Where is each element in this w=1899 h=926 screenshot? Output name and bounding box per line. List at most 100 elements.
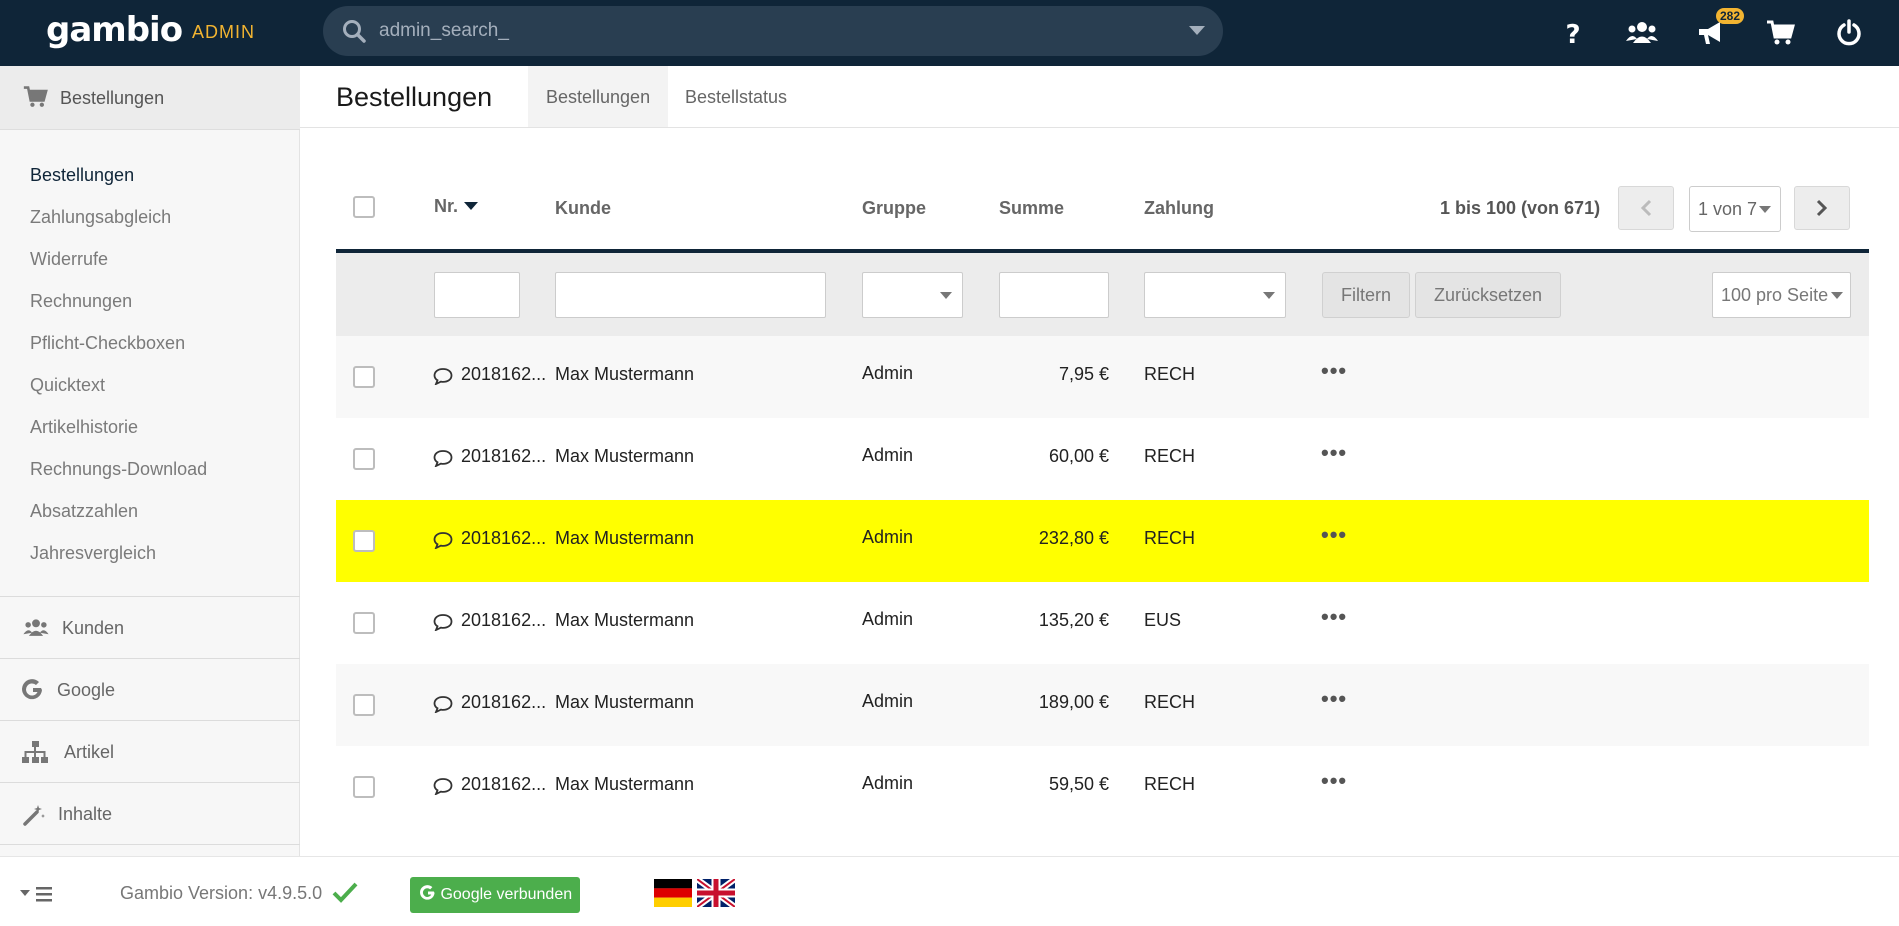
prev-page-button[interactable] — [1618, 186, 1674, 230]
row-actions-menu[interactable]: ••• — [1321, 768, 1347, 794]
payment-method: RECH — [1144, 774, 1196, 794]
sidebar-section-orders[interactable]: Bestellungen — [0, 66, 300, 130]
comment-icon[interactable] — [433, 367, 453, 385]
order-total: 135,20 € — [1038, 610, 1109, 630]
sidebar-item-zahlungsabgleich[interactable]: Zahlungsabgleich — [0, 196, 300, 238]
order-number[interactable]: 2018162... — [461, 528, 546, 549]
filter-nr-input[interactable] — [434, 272, 520, 318]
column-header-zahlung[interactable]: Zahlung — [1144, 198, 1214, 219]
row-checkbox[interactable] — [353, 612, 375, 634]
column-header-gruppe[interactable]: Gruppe — [862, 198, 926, 219]
column-header-nr[interactable]: Nr. — [434, 196, 479, 217]
sidebar-item-jahresvergleich[interactable]: Jahresvergleich — [0, 532, 300, 574]
row-checkbox[interactable] — [353, 776, 375, 798]
row-checkbox[interactable] — [353, 694, 375, 716]
sidebar-item-absatzzahlen[interactable]: Absatzzahlen — [0, 490, 300, 532]
page-select[interactable]: 1 von 7 — [1689, 186, 1781, 232]
comment-icon[interactable] — [433, 449, 453, 467]
filter-kunde-input[interactable] — [555, 272, 826, 318]
customer-name[interactable]: Max Mustermann — [555, 364, 694, 385]
tab-bestellstatus[interactable]: Bestellstatus — [667, 66, 805, 128]
row-actions-menu[interactable]: ••• — [1321, 440, 1347, 466]
tab-bestellungen[interactable]: Bestellungen — [528, 66, 669, 128]
top-bar: gambio ADMIN ? 282 — [0, 0, 1899, 66]
collapse-menu-icon — [20, 887, 52, 902]
users-icon[interactable] — [1625, 16, 1659, 50]
chevron-down-icon — [1831, 292, 1843, 299]
filter-gruppe-select[interactable] — [862, 272, 963, 318]
sitemap-icon — [22, 741, 48, 763]
users-icon — [23, 619, 49, 636]
customer-name[interactable]: Max Mustermann — [555, 610, 694, 631]
uk-flag-icon[interactable] — [697, 879, 735, 907]
sidebar-section-artikel[interactable]: Artikel — [0, 720, 300, 782]
cart-icon[interactable] — [1763, 16, 1797, 50]
sidebar-section-kunden[interactable]: Kunden — [0, 596, 300, 658]
content-header-divider — [300, 127, 1899, 128]
next-page-button[interactable] — [1794, 186, 1850, 230]
chevron-down-icon — [940, 292, 952, 299]
customer-name[interactable]: Max Mustermann — [555, 774, 694, 795]
magic-wand-icon — [23, 805, 45, 826]
customer-group: Admin — [862, 609, 914, 629]
power-icon[interactable] — [1832, 16, 1866, 50]
row-actions-menu[interactable]: ••• — [1321, 522, 1347, 548]
sidebar-item-pflicht-checkboxen[interactable]: Pflicht-Checkboxen — [0, 322, 300, 364]
customer-group: Admin — [862, 691, 914, 711]
sidebar-section-google[interactable]: Google — [0, 658, 300, 720]
sidebar-item-quicktext[interactable]: Quicktext — [0, 364, 300, 406]
search-icon — [343, 20, 366, 43]
google-connected-button[interactable]: Google verbunden — [410, 877, 580, 913]
order-number[interactable]: 2018162... — [461, 610, 546, 631]
filter-zahlung-select[interactable] — [1144, 272, 1286, 318]
admin-search[interactable] — [323, 6, 1223, 56]
brand-logo[interactable]: gambio — [46, 10, 183, 50]
gambio-version: Gambio Version: v4.9.5.0 — [120, 883, 323, 903]
sidebar-item-rechnungen[interactable]: Rechnungen — [0, 280, 300, 322]
sidebar-section-label: Artikel — [64, 742, 115, 762]
german-flag-icon[interactable] — [654, 879, 692, 907]
help-icon[interactable]: ? — [1556, 16, 1590, 50]
sidebar-item-rechnungs-download[interactable]: Rechnungs-Download — [0, 448, 300, 490]
comment-icon[interactable] — [433, 695, 453, 713]
row-actions-menu[interactable]: ••• — [1321, 604, 1347, 630]
comment-icon[interactable] — [433, 613, 453, 631]
order-total: 7,95 € — [1058, 364, 1109, 384]
column-header-kunde[interactable]: Kunde — [555, 198, 611, 219]
sidebar-item-bestellungen[interactable]: Bestellungen — [0, 154, 300, 196]
search-dropdown-icon[interactable] — [1189, 26, 1205, 35]
comment-icon[interactable] — [433, 531, 453, 549]
filter-summe-input[interactable] — [999, 272, 1109, 318]
order-number[interactable]: 2018162... — [461, 774, 546, 795]
payment-method: RECH — [1144, 692, 1196, 712]
filter-button[interactable]: Filtern — [1322, 272, 1410, 318]
reset-button[interactable]: Zurücksetzen — [1415, 272, 1561, 318]
customer-name[interactable]: Max Mustermann — [555, 446, 694, 467]
sidebar-item-artikelhistorie[interactable]: Artikelhistorie — [0, 406, 300, 448]
order-number[interactable]: 2018162... — [461, 364, 546, 385]
row-checkbox[interactable] — [353, 366, 375, 388]
row-checkbox[interactable] — [353, 448, 375, 470]
sidebar-item-widerrufe[interactable]: Widerrufe — [0, 238, 300, 280]
sidebar-divider — [0, 844, 300, 856]
customer-name[interactable]: Max Mustermann — [555, 692, 694, 713]
payment-method: RECH — [1144, 364, 1196, 384]
sidebar-section-inhalte[interactable]: Inhalte — [0, 782, 300, 844]
search-input[interactable] — [379, 14, 1159, 48]
row-actions-menu[interactable]: ••• — [1321, 686, 1347, 712]
select-all-checkbox[interactable] — [353, 196, 375, 218]
customer-group: Admin — [862, 363, 914, 383]
column-header-summe[interactable]: Summe — [999, 198, 1064, 219]
row-checkbox[interactable] — [353, 530, 375, 552]
row-actions-menu[interactable]: ••• — [1321, 358, 1347, 384]
pagination-info: 1 bis 100 (von 671) — [1440, 198, 1601, 218]
order-number[interactable]: 2018162... — [461, 692, 546, 713]
comment-icon[interactable] — [433, 777, 453, 795]
sidebar: Bestellungen Bestellungen Zahlungsabglei… — [0, 66, 300, 856]
customer-group: Admin — [862, 773, 914, 793]
menu-toggle[interactable] — [20, 885, 56, 908]
per-page-select[interactable]: 100 pro Seite — [1712, 272, 1851, 318]
footer: Gambio Version: v4.9.5.0 Google verbunde… — [0, 856, 1899, 926]
order-number[interactable]: 2018162... — [461, 446, 546, 467]
customer-name[interactable]: Max Mustermann — [555, 528, 694, 549]
